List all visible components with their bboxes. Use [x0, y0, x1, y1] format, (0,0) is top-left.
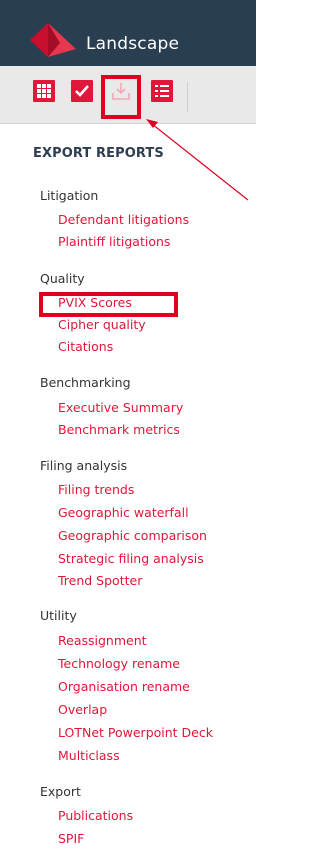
report-link-cipher-quality[interactable]: Cipher quality [58, 317, 146, 332]
group-heading-quality: Quality [40, 271, 85, 286]
group-heading-export: Export [40, 784, 81, 799]
export-reports-title: EXPORT REPORTS [33, 146, 164, 161]
report-link-benchmark-metrics[interactable]: Benchmark metrics [58, 422, 180, 437]
group-heading-filing-analysis: Filing analysis [40, 458, 128, 473]
export-button-highlight [101, 75, 141, 119]
report-link-trend-spotter[interactable]: Trend Spotter [58, 573, 142, 588]
report-link-multiclass[interactable]: Multiclass [58, 748, 120, 763]
toolbar-divider [187, 82, 188, 112]
report-link-strategic-filing-analysis[interactable]: Strategic filing analysis [58, 551, 204, 566]
report-link-lotnet-powerpoint-deck[interactable]: LOTNet Powerpoint Deck [58, 725, 213, 740]
group-heading-litigation: Litigation [40, 188, 99, 203]
report-link-organisation-rename[interactable]: Organisation rename [58, 679, 190, 694]
report-link-publications[interactable]: Publications [58, 808, 133, 823]
report-link-plaintiff-litigations[interactable]: Plaintiff litigations [58, 234, 170, 249]
report-link-technology-rename[interactable]: Technology rename [58, 656, 180, 671]
group-heading-benchmarking: Benchmarking [40, 375, 131, 390]
landscape-logo-icon [30, 23, 76, 57]
checkmark-icon [75, 85, 89, 97]
report-link-defendant-litigations[interactable]: Defendant litigations [58, 212, 189, 227]
report-link-executive-summary[interactable]: Executive Summary [58, 400, 183, 415]
grid-icon [37, 84, 51, 98]
group-heading-utility: Utility [40, 608, 77, 623]
list-icon [155, 85, 169, 97]
report-link-geographic-comparison[interactable]: Geographic comparison [58, 528, 207, 543]
report-link-reassignment[interactable]: Reassignment [58, 633, 147, 648]
app-title: Landscape [86, 34, 180, 54]
app-header: Landscape [0, 0, 256, 66]
list-view-button[interactable] [151, 80, 173, 102]
report-link-pvix-scores[interactable]: PVIX Scores [58, 295, 132, 310]
report-link-geographic-waterfall[interactable]: Geographic waterfall [58, 505, 189, 520]
select-button[interactable] [71, 80, 93, 102]
report-link-overlap[interactable]: Overlap [58, 702, 107, 717]
grid-view-button[interactable] [33, 80, 55, 102]
report-link-citations[interactable]: Citations [58, 339, 113, 354]
report-link-filing-trends[interactable]: Filing trends [58, 482, 134, 497]
report-link-spif[interactable]: SPIF [58, 831, 84, 846]
